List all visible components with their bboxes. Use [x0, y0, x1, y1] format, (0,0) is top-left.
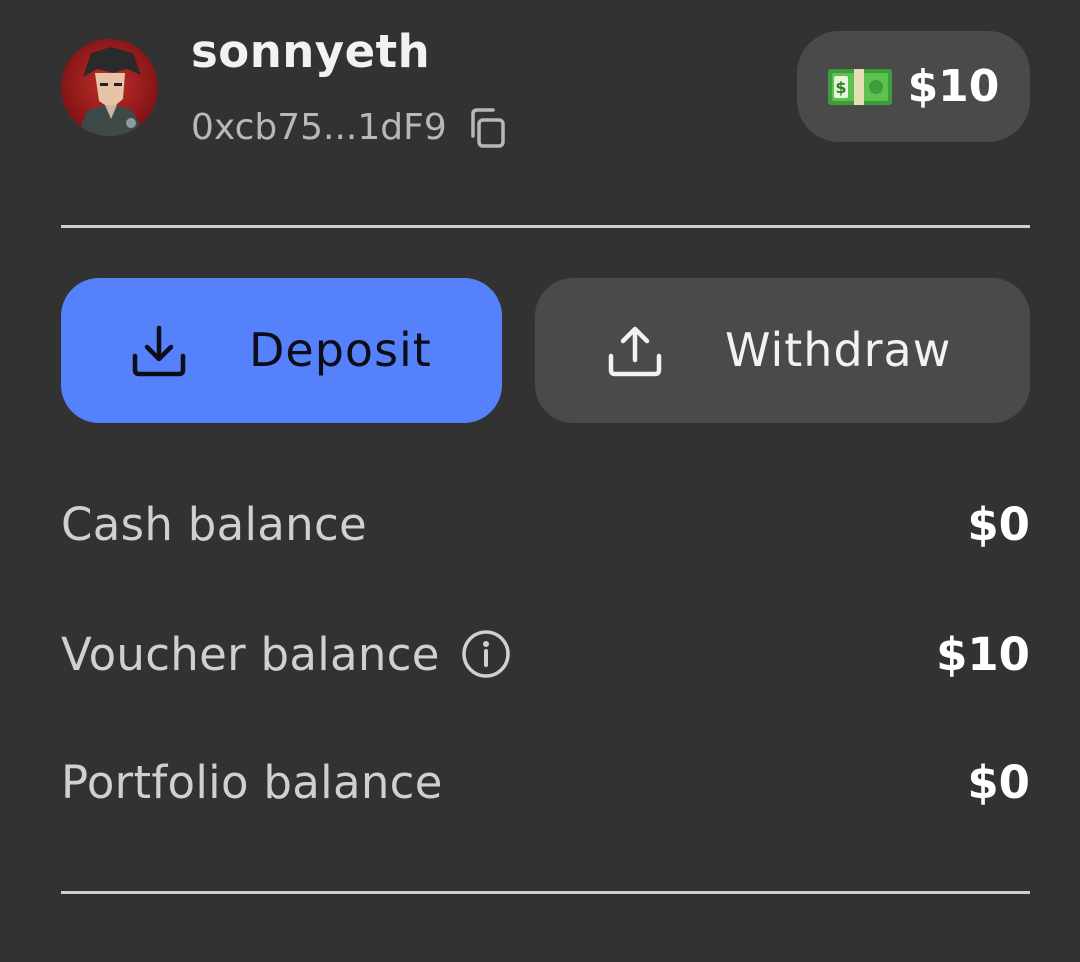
- upload-icon: [608, 326, 662, 377]
- portfolio-balance-value: $0: [967, 755, 1030, 809]
- download-icon: [132, 325, 186, 377]
- wallet-panel: sonnyeth 0xcb75...1dF9 $ $10 Deposit Wit…: [0, 0, 1080, 962]
- portfolio-balance-row: Portfolio balance $0: [61, 742, 1030, 822]
- deposit-button[interactable]: Deposit: [61, 278, 502, 423]
- wallet-address: 0xcb75...1dF9: [191, 107, 447, 148]
- divider: [61, 891, 1030, 894]
- withdraw-button[interactable]: Withdraw: [535, 278, 1030, 423]
- cash-balance-row: Cash balance $0: [61, 484, 1030, 564]
- cash-balance-label: Cash balance: [61, 497, 368, 551]
- deposit-label: Deposit: [249, 323, 432, 377]
- portfolio-balance-label-wrap: Portfolio balance: [61, 756, 443, 809]
- voucher-balance-value: $10: [936, 627, 1030, 681]
- username: sonnyeth: [191, 25, 431, 78]
- copy-icon[interactable]: [463, 104, 511, 152]
- dollar-banknote-icon: $: [827, 68, 892, 105]
- avatar[interactable]: [61, 39, 158, 136]
- svg-text:$: $: [835, 78, 846, 97]
- balance-pill-amount: $10: [907, 61, 1000, 112]
- voucher-balance-row: Voucher balance $10: [61, 614, 1030, 694]
- wallet-address-row: 0xcb75...1dF9: [191, 100, 511, 156]
- portfolio-balance-label: Portfolio balance: [61, 755, 443, 809]
- withdraw-label: Withdraw: [725, 323, 952, 377]
- divider: [61, 225, 1030, 228]
- balance-pill[interactable]: $ $10: [797, 31, 1030, 142]
- cash-balance-value: $0: [967, 497, 1030, 551]
- voucher-balance-label: Voucher balance: [61, 627, 440, 681]
- info-icon[interactable]: [460, 628, 512, 680]
- voucher-balance-label-wrap: Voucher balance: [61, 628, 512, 681]
- cash-balance-label-wrap: Cash balance: [61, 498, 367, 551]
- avatar-image: [61, 39, 158, 136]
